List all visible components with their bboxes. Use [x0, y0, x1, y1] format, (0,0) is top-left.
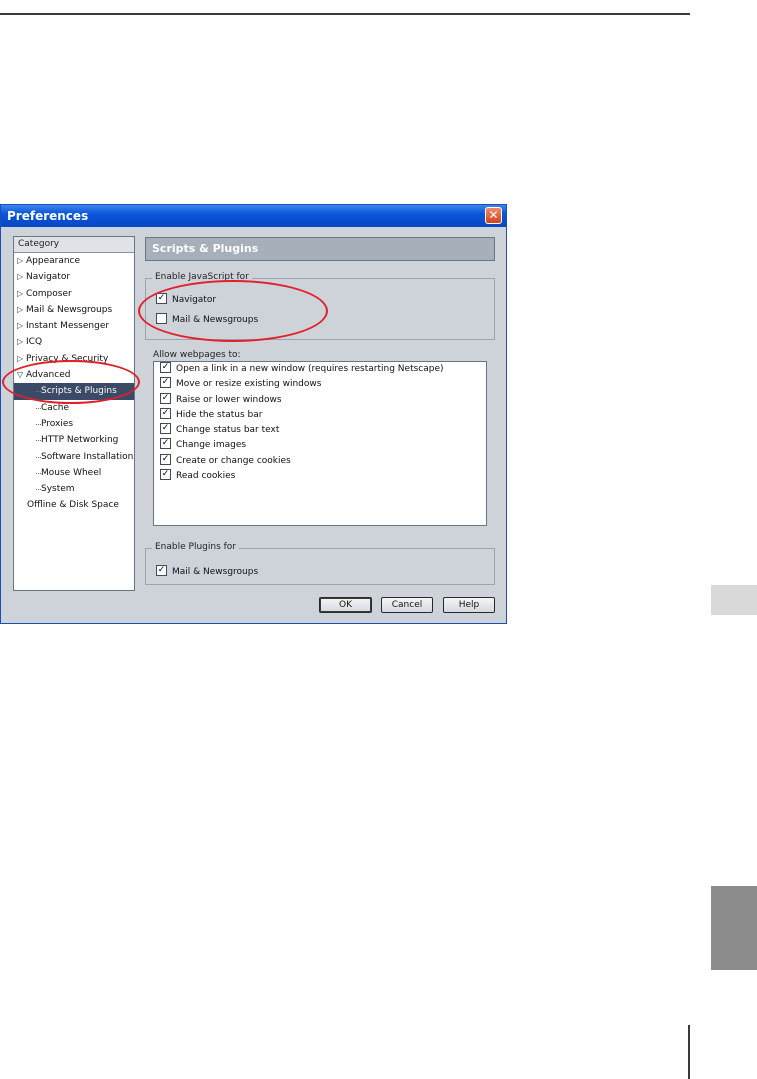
- category-item-label: Navigator: [26, 272, 71, 283]
- checkbox-icon: ✓: [160, 362, 171, 373]
- category-item-label: Instant Messenger: [26, 321, 110, 332]
- enable-plugins-legend: Enable Plugins for: [152, 542, 239, 552]
- category-item-label: ICQ: [26, 337, 43, 348]
- allow-item-checkbox[interactable]: ✓ Open a link in a new window (requires r…: [154, 362, 486, 377]
- checkbox-icon: ✓: [160, 392, 171, 404]
- category-item-label: System: [41, 484, 75, 495]
- allow-item-label: Create or change cookies: [176, 455, 291, 466]
- category-item[interactable]: ▷ Composer: [14, 286, 134, 302]
- collapsed-arrow-icon[interactable]: ▷: [17, 286, 26, 302]
- collapsed-arrow-icon[interactable]: ▷: [17, 253, 26, 269]
- allow-item-label: Change status bar text: [176, 425, 280, 436]
- close-icon: ✕: [488, 208, 499, 222]
- checkbox-icon: ✓: [160, 469, 171, 481]
- window-title: Preferences: [7, 209, 89, 223]
- title-bar[interactable]: Preferences ✕: [1, 205, 506, 227]
- category-item-label: Appearance: [26, 256, 81, 266]
- allow-item-label: Open a link in a new window (requires re…: [176, 364, 444, 374]
- cancel-button[interactable]: Cancel: [381, 597, 433, 613]
- category-item-label: Cache: [41, 402, 69, 413]
- tree-connector: [36, 407, 41, 409]
- category-item-label: Mail & Newsgroups: [26, 304, 113, 315]
- category-item[interactable]: Mouse Wheel: [14, 465, 134, 481]
- collapsed-arrow-icon[interactable]: ▷: [17, 302, 26, 318]
- allow-item-checkbox[interactable]: ✓ Create or change cookies: [154, 453, 486, 469]
- category-item-label: Composer: [26, 288, 72, 299]
- category-header: Category: [14, 237, 134, 253]
- allow-webpages-list[interactable]: ✓ Open a link in a new window (requires r…: [153, 361, 487, 526]
- section-title: Scripts & Plugins: [145, 237, 495, 261]
- checkbox-icon: ✓: [160, 407, 171, 419]
- allow-webpages-label: Allow webpages to:: [153, 350, 241, 360]
- tree-connector: [36, 423, 41, 425]
- category-item-label: HTTP Networking: [41, 435, 119, 446]
- close-button[interactable]: ✕: [485, 207, 502, 224]
- collapsed-arrow-icon[interactable]: ▷: [17, 334, 26, 350]
- category-item-label: Software Installation: [41, 451, 134, 462]
- preferences-dialog: Preferences ✕ Category ▷ Appearance ▷ Navig…: [0, 204, 507, 624]
- allow-item-label: Change images: [176, 440, 247, 451]
- tree-connector: [36, 472, 41, 474]
- help-button[interactable]: Help: [443, 597, 495, 613]
- category-item-label: Mouse Wheel: [41, 467, 102, 478]
- tree-connector: [36, 456, 41, 458]
- category-item[interactable]: Offline & Disk Space: [14, 497, 134, 513]
- plugins-mail-label: Mail & Newsgroups: [172, 567, 259, 577]
- allow-item-checkbox[interactable]: ✓ Change status bar text: [154, 423, 486, 438]
- allow-item-label: Move or resize existing windows: [176, 379, 322, 390]
- category-item[interactable]: Proxies: [14, 416, 134, 432]
- category-item[interactable]: HTTP Networking: [14, 432, 134, 448]
- tree-connector: [36, 489, 41, 491]
- category-tree: Category ▷ Appearance ▷ Navigator ▷ Composer ▷…: [13, 236, 135, 591]
- category-item-label: Offline & Disk Space: [27, 500, 119, 511]
- allow-item-checkbox[interactable]: ✓ Read cookies: [154, 469, 486, 484]
- category-item[interactable]: ▷ Appearance: [14, 253, 134, 269]
- side-tab-dark: [711, 886, 757, 970]
- allow-item-checkbox[interactable]: ✓ Raise or lower windows: [154, 392, 486, 408]
- category-item[interactable]: ▷ Mail & Newsgroups: [14, 302, 134, 318]
- bottom-rule: [688, 1025, 690, 1079]
- ok-button[interactable]: OK: [319, 597, 372, 613]
- checkbox-icon: ✓: [160, 453, 171, 465]
- allow-item-label: Hide the status bar: [176, 409, 263, 420]
- collapsed-arrow-icon[interactable]: ▷: [17, 269, 26, 285]
- category-item[interactable]: Software Installation: [14, 449, 134, 465]
- allow-item-checkbox[interactable]: ✓ Hide the status bar: [154, 407, 486, 423]
- collapsed-arrow-icon[interactable]: ▷: [17, 351, 26, 367]
- category-item[interactable]: System: [14, 481, 134, 497]
- annotation-ring-advanced: [2, 360, 140, 404]
- category-item-label: Proxies: [41, 418, 74, 429]
- allow-items: ✓ Open a link in a new window (requires r…: [154, 362, 486, 484]
- annotation-ring-javascript: [138, 280, 328, 342]
- category-item[interactable]: ▷ ICQ: [14, 334, 134, 350]
- allow-item-checkbox[interactable]: ✓ Change images: [154, 438, 486, 453]
- checkbox-icon: ✓: [160, 423, 171, 435]
- category-item[interactable]: ▷ Instant Messenger: [14, 318, 134, 334]
- category-item[interactable]: ▷ Navigator: [14, 269, 134, 285]
- plugins-mail-checkbox[interactable]: ✓ Mail & Newsgroups: [156, 565, 259, 577]
- allow-item-checkbox[interactable]: ✓ Move or resize existing windows: [154, 377, 486, 392]
- allow-item-label: Read cookies: [176, 471, 236, 482]
- allow-item-label: Raise or lower windows: [176, 394, 282, 405]
- tree-connector: [36, 440, 41, 442]
- checkbox-icon: ✓: [160, 438, 171, 450]
- collapsed-arrow-icon[interactable]: ▷: [17, 318, 26, 334]
- side-tab-light: [711, 585, 757, 615]
- top-rule: [0, 13, 690, 15]
- checkbox-icon: ✓: [160, 377, 171, 389]
- checkbox-icon: ✓: [156, 565, 167, 576]
